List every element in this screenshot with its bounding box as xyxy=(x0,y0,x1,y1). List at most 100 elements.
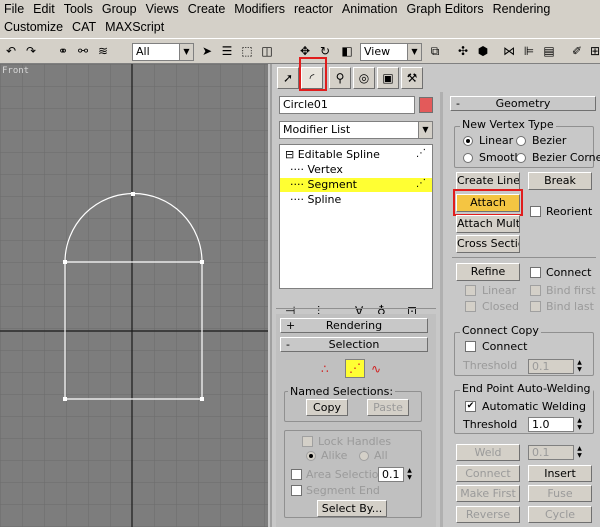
menu-maxscript[interactable]: MAXScript xyxy=(105,20,164,34)
vertex-level-icon[interactable]: ∴ xyxy=(321,362,329,376)
stack-light-icon[interactable]: ⋰ xyxy=(416,148,426,159)
select-object-icon[interactable]: ➤ xyxy=(198,43,216,60)
refine-button[interactable]: Refine xyxy=(456,263,520,281)
weld-threshold-spinner[interactable]: ▲ ▼ xyxy=(575,445,584,459)
create-line-button[interactable]: Create Line xyxy=(456,172,520,190)
select-by-name-icon[interactable]: ☰ xyxy=(218,43,236,60)
utilities-tab-icon[interactable]: ⚒ xyxy=(401,67,423,89)
connect-copy-threshold-input[interactable]: 0.1 xyxy=(528,359,574,374)
select-and-manipulate-icon[interactable]: ✣ xyxy=(454,43,472,60)
alike-radio[interactable] xyxy=(306,451,316,461)
paste-button[interactable]: Paste xyxy=(367,399,409,416)
reverse-button[interactable]: Reverse xyxy=(456,506,520,523)
object-name-input[interactable]: Circle01 xyxy=(279,96,415,114)
reference-coord-dropdown[interactable]: View ▼ xyxy=(360,43,422,61)
layer-manager-icon[interactable]: ▤ xyxy=(540,43,558,60)
welding-threshold-spinner[interactable]: ▲ ▼ xyxy=(575,417,584,431)
linear-checkbox[interactable] xyxy=(465,285,476,296)
chevron-down-icon: ▼ xyxy=(179,44,193,60)
menu-customize[interactable]: Customize xyxy=(4,20,63,34)
bezier-corner-radio[interactable] xyxy=(516,153,526,163)
menu-reactor[interactable]: reactor xyxy=(294,2,333,16)
mirror-icon[interactable]: ⋈ xyxy=(500,43,518,60)
modifier-list-dropdown[interactable]: Modifier List ▼ xyxy=(279,121,433,139)
unlink-icon[interactable]: ⚯ xyxy=(74,43,92,60)
bind-first-checkbox[interactable] xyxy=(530,285,541,296)
attach-mult-button[interactable]: Attach Mult. xyxy=(456,215,520,233)
object-color-swatch[interactable] xyxy=(419,97,433,113)
stack-item-segment[interactable]: ···· Segment xyxy=(290,178,357,192)
connect-copy-checkbox[interactable] xyxy=(465,341,476,352)
area-selection-checkbox[interactable] xyxy=(291,469,302,480)
insert-button[interactable]: Insert xyxy=(528,465,592,482)
select-and-link-icon[interactable]: ⚭ xyxy=(54,43,72,60)
automatic-welding-checkbox[interactable]: ✔ xyxy=(465,401,476,412)
snap-toggle-icon[interactable]: ⬢ xyxy=(474,43,492,60)
stack-item-vertex[interactable]: ···· Vertex xyxy=(290,163,343,177)
cycle-button[interactable]: Cycle xyxy=(528,506,592,523)
linear-radio[interactable] xyxy=(463,136,473,146)
menu-graph-editors[interactable]: Graph Editors xyxy=(407,2,484,16)
curve-editor-icon[interactable]: ✐ xyxy=(568,43,586,60)
bind-last-checkbox[interactable] xyxy=(530,301,541,312)
cross-section-button[interactable]: Cross Section xyxy=(456,235,520,253)
stack-root[interactable]: ⊟ Editable Spline xyxy=(285,148,380,162)
pivot-center-icon[interactable]: ⧉ xyxy=(426,43,444,60)
stack-item-spline[interactable]: ···· Spline xyxy=(290,193,341,207)
undo-icon[interactable]: ↶ xyxy=(2,43,20,60)
all-label: All xyxy=(374,449,388,462)
connect-checkbox[interactable] xyxy=(530,267,541,278)
window-crossing-icon[interactable]: ◫ xyxy=(258,43,276,60)
area-selection-spinner[interactable]: ▲ ▼ xyxy=(405,467,414,481)
smooth-radio[interactable] xyxy=(463,153,473,163)
menu-cat[interactable]: CAT xyxy=(72,20,96,34)
menu-modifiers[interactable]: Modifiers xyxy=(234,2,285,16)
weld-threshold-input[interactable]: 0.1 xyxy=(528,445,574,460)
break-button[interactable]: Break xyxy=(528,172,592,190)
menu-rendering[interactable]: Rendering xyxy=(493,2,551,16)
copy-button[interactable]: Copy xyxy=(306,399,348,416)
menu-create[interactable]: Create xyxy=(188,2,226,16)
rendering-rollout[interactable]: + Rendering xyxy=(280,318,428,333)
bind-space-warp-icon[interactable]: ≋ xyxy=(94,43,112,60)
menu-tools[interactable]: Tools xyxy=(64,2,93,16)
make-first-button[interactable]: Make First xyxy=(456,485,520,502)
menu-file[interactable]: File xyxy=(4,2,24,16)
connect-copy-threshold-spinner[interactable]: ▲ ▼ xyxy=(575,359,584,373)
rectangular-selection-icon[interactable]: ⬚ xyxy=(238,43,256,60)
closed-checkbox[interactable] xyxy=(465,301,476,312)
create-tab-icon[interactable]: ➚ xyxy=(277,67,299,89)
schematic-view-icon[interactable]: ⊞ xyxy=(586,43,600,60)
menu-animation[interactable]: Animation xyxy=(342,2,398,16)
selection-rollout[interactable]: - Selection xyxy=(280,337,428,352)
chevron-down-icon: ▼ xyxy=(418,122,432,138)
menu-views[interactable]: Views xyxy=(146,2,179,16)
menu-group[interactable]: Group xyxy=(102,2,137,16)
spline-level-icon[interactable]: ∿ xyxy=(371,362,381,376)
segment-level-icon[interactable]: ⋰ xyxy=(345,359,365,378)
front-viewport[interactable]: Front xyxy=(0,64,268,527)
select-by-button[interactable]: Select By... xyxy=(317,500,387,517)
connect-button[interactable]: Connect xyxy=(456,465,520,482)
segment-end-checkbox[interactable] xyxy=(291,485,302,496)
viewport-label[interactable]: Front xyxy=(2,66,29,76)
hierarchy-tab-icon[interactable]: ⚲ xyxy=(329,67,351,89)
all-radio[interactable] xyxy=(359,451,369,461)
motion-tab-icon[interactable]: ◎ xyxy=(353,67,375,89)
redo-icon[interactable]: ↷ xyxy=(22,43,40,60)
weld-button[interactable]: Weld xyxy=(456,444,520,461)
modifier-stack[interactable]: ⊟ Editable Spline ⋰ ···· Vertex ···· Seg… xyxy=(279,144,433,289)
selection-filter-dropdown[interactable]: All ▼ xyxy=(132,43,194,61)
welding-threshold-input[interactable]: 1.0 xyxy=(528,417,574,432)
reorient-checkbox[interactable] xyxy=(530,206,541,217)
stack-divider xyxy=(276,308,436,309)
lock-handles-checkbox[interactable] xyxy=(302,436,313,447)
fuse-button[interactable]: Fuse xyxy=(528,485,592,502)
menu-edit[interactable]: Edit xyxy=(33,2,55,16)
bezier-radio[interactable] xyxy=(516,136,526,146)
align-icon[interactable]: ⊫ xyxy=(520,43,538,60)
select-and-scale-icon[interactable]: ◧ xyxy=(338,43,356,60)
geometry-rollout[interactable]: - Geometry xyxy=(450,96,596,111)
area-selection-input[interactable]: 0.1 xyxy=(378,467,404,482)
display-tab-icon[interactable]: ▣ xyxy=(377,67,399,89)
